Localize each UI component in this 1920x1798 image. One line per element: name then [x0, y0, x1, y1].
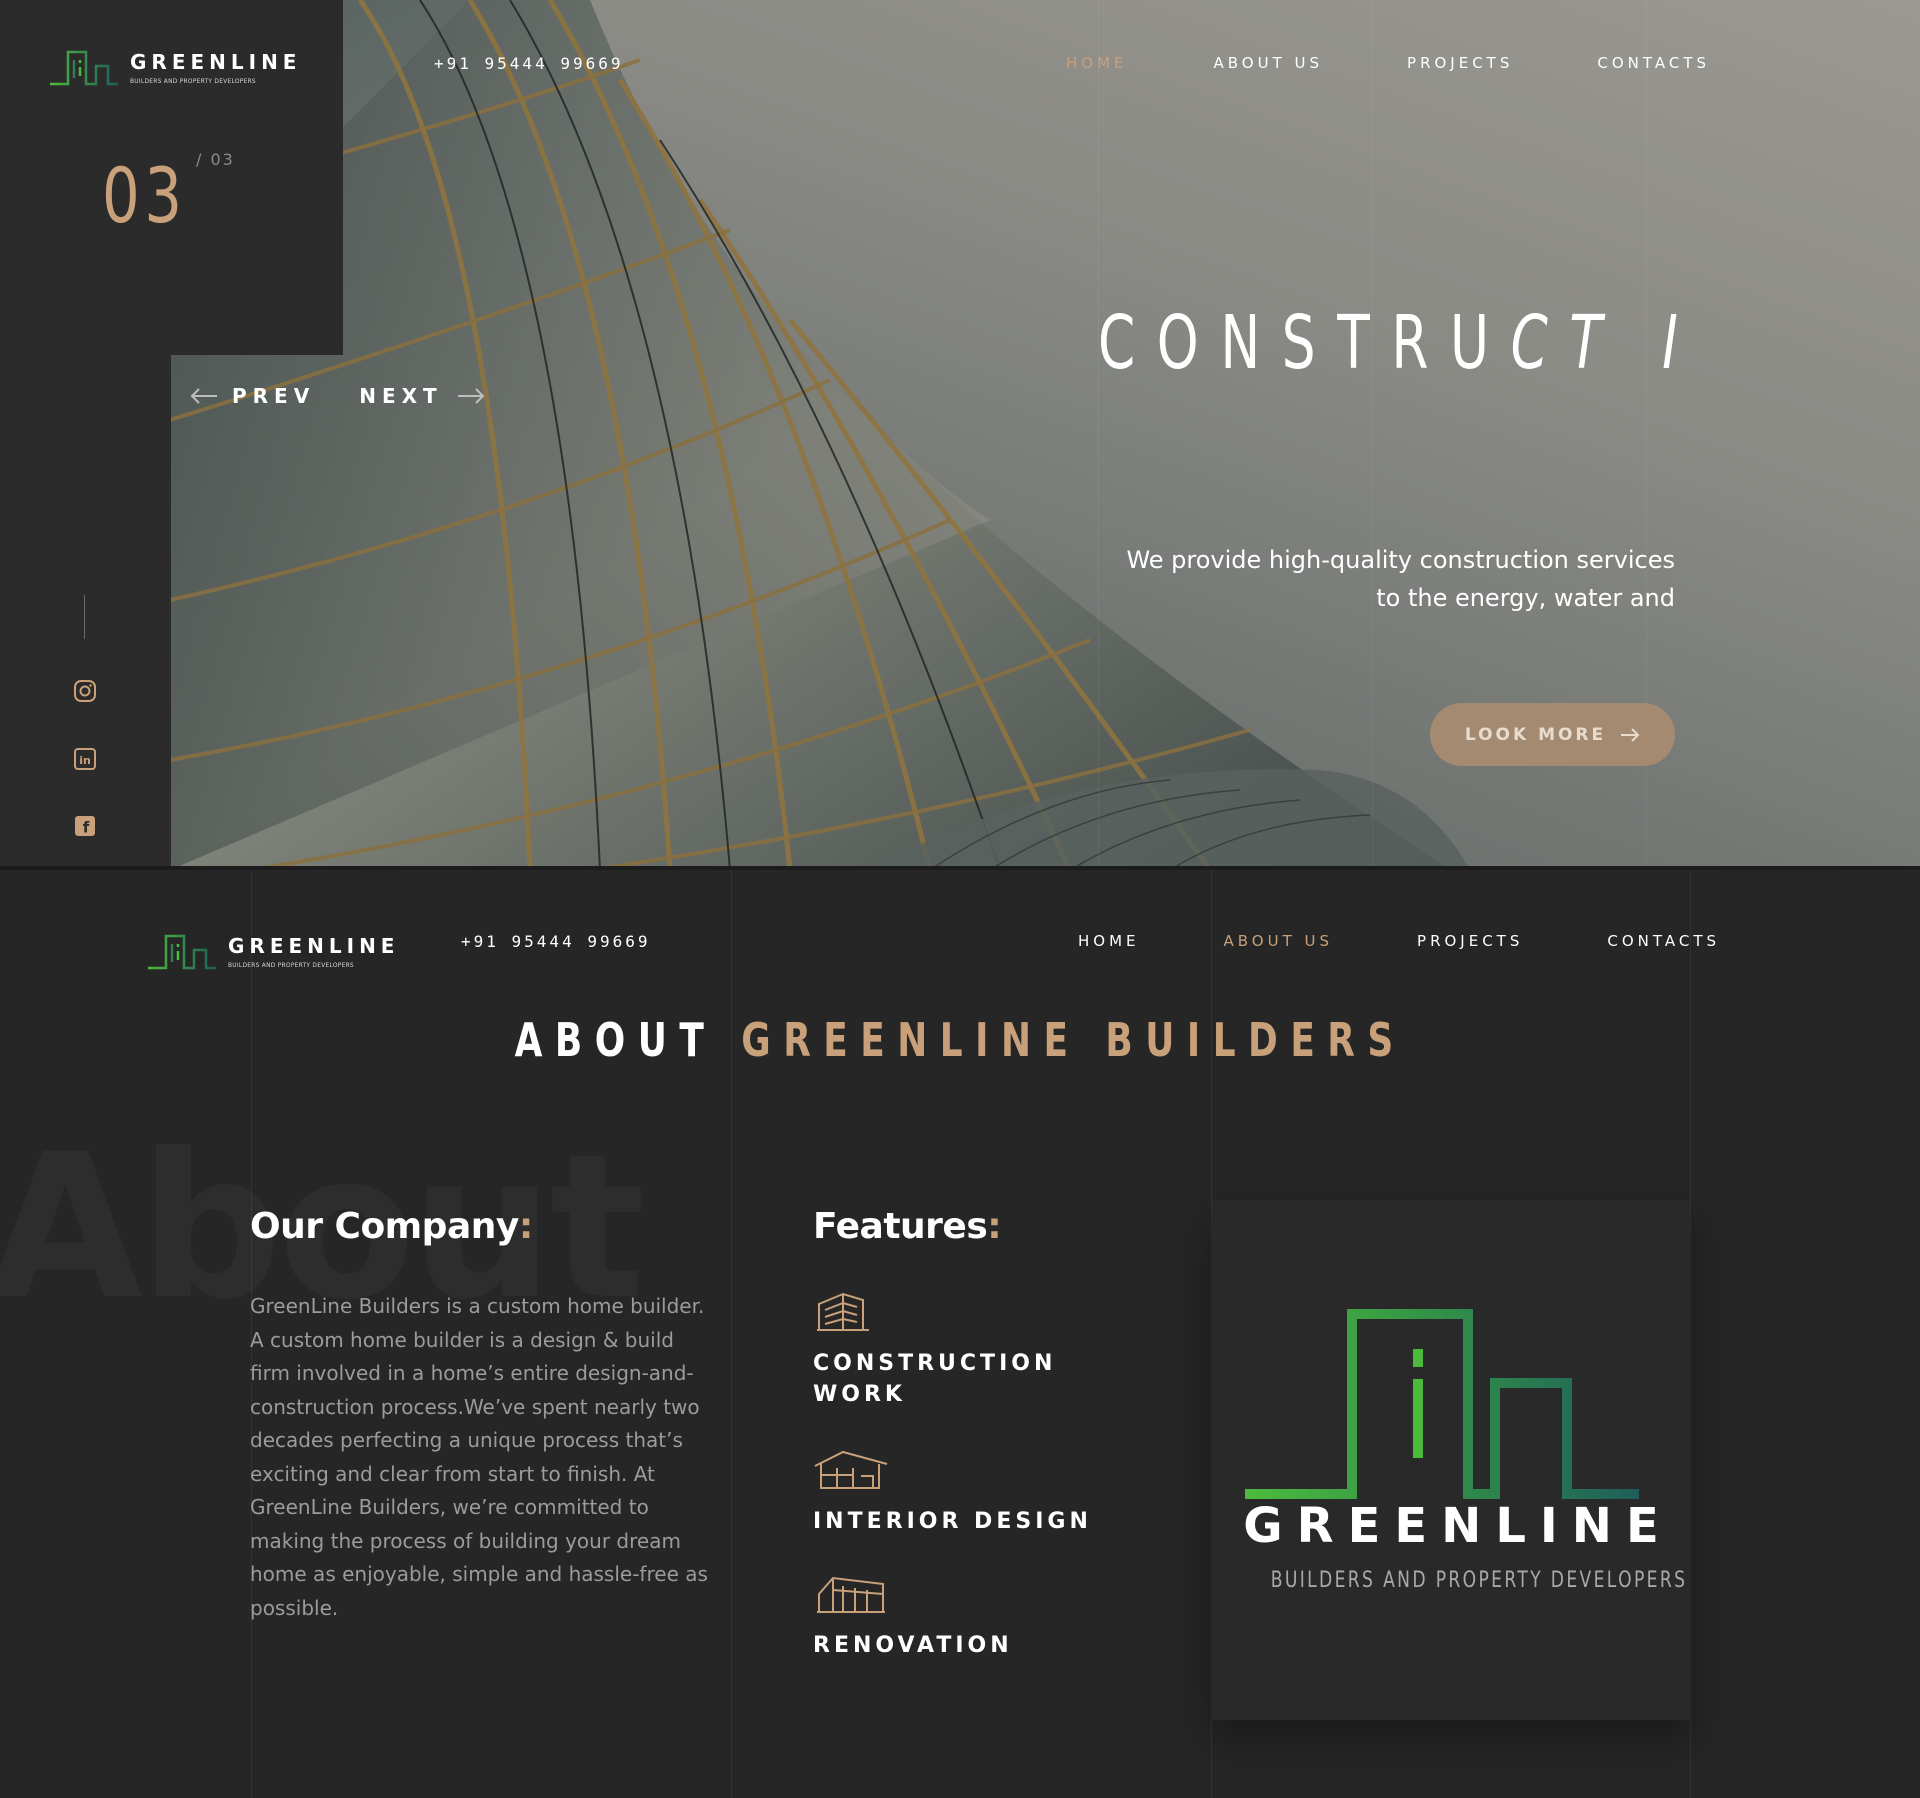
company-title-text: Our Company: [250, 1206, 519, 1247]
prev-label: PREV: [232, 384, 316, 408]
nav-projects[interactable]: PROJECTS: [1407, 54, 1513, 72]
hero-subtitle: We provide high-quality construction ser…: [1126, 546, 1675, 612]
look-more-label: LOOK MORE: [1464, 724, 1607, 745]
brand-logo-tagline-text: BUILDERS AND PROPERTY DEVELOPERS: [1270, 1568, 1688, 1593]
feature-label: INTERIOR DESIGN: [813, 1509, 1092, 1534]
next-label: NEXT: [359, 384, 443, 408]
slider-navigation: PREV NEXT: [190, 384, 485, 408]
feature-renovation: RENOVATION: [813, 1572, 1013, 1661]
greenline-logo-mark-icon: [50, 50, 118, 86]
feature-label: RENOVATION: [813, 1633, 1013, 1658]
hero-slider: GREENLINE BUILDERS AND PROPERTY DEVELOPE…: [0, 0, 1920, 870]
features-title: Features:: [813, 1206, 1002, 1247]
nav-home[interactable]: HOME: [1066, 54, 1128, 72]
nav-contacts[interactable]: CONTACTS: [1597, 54, 1710, 72]
nav-home[interactable]: HOME: [1078, 932, 1140, 950]
logo-name: GREENLINE: [130, 49, 302, 74]
brand-logo-name: GREENLINE: [1243, 1498, 1673, 1554]
look-more-button[interactable]: LOOK MORE: [1430, 703, 1675, 766]
svg-text:f: f: [83, 819, 90, 837]
brand-logo-tagline: BUILDERS AND PROPERTY DEVELOPERS: [1212, 1568, 1690, 1593]
feature-construction: CONSTRUCTION WORK: [813, 1290, 1073, 1410]
logo-tagline: BUILDERS AND PROPERTY DEVELOPERS: [130, 76, 256, 85]
company-description: GreenLine Builders is a custom home buil…: [250, 1294, 708, 1620]
arrow-right-icon: [1621, 727, 1640, 742]
brand-logo-card: GREENLINE BUILDERS AND PROPERTY DEVELOPE…: [1212, 1200, 1690, 1720]
header-phone[interactable]: +91 95444 99669: [461, 932, 651, 951]
nav-about-us[interactable]: ABOUT US: [1214, 54, 1324, 72]
hero-left-rail: [0, 355, 171, 870]
facebook-icon[interactable]: f: [72, 813, 98, 839]
hero-main-nav: HOME ABOUT US PROJECTS CONTACTS: [1066, 54, 1710, 72]
about-heading-accent: GREENLINE BUILDERS: [741, 1013, 1406, 1067]
about-main-nav: HOME ABOUT US PROJECTS CONTACTS: [1078, 932, 1720, 950]
nav-projects[interactable]: PROJECTS: [1417, 932, 1523, 950]
prev-slide-button[interactable]: PREV: [190, 384, 315, 408]
hero-title: CONSTRUCT I: [1098, 300, 1699, 386]
linkedin-icon[interactable]: in: [72, 746, 98, 772]
header-logo[interactable]: GREENLINE BUILDERS AND PROPERTY DEVELOPE…: [146, 932, 399, 972]
logo-name: GREENLINE: [228, 933, 400, 958]
hero-title-upright: CONSTRU: [1098, 300, 1511, 386]
nav-about-us[interactable]: ABOUT US: [1224, 932, 1334, 950]
arrow-right-icon: [457, 388, 485, 404]
header-logo[interactable]: GREENLINE BUILDERS AND PROPERTY DEVELOPE…: [48, 48, 301, 88]
hero-title-italic: CT I: [1510, 300, 1700, 386]
svg-text:in: in: [79, 754, 91, 767]
construction-icon: [817, 1292, 869, 1331]
slide-total: / 03: [196, 150, 235, 169]
slide-current-number: 03: [102, 151, 187, 240]
grid-line: [731, 870, 732, 1798]
renovation-icon: [817, 1576, 885, 1613]
grid-line: [1098, 0, 1099, 870]
about-heading: ABOUT GREENLINE BUILDERS: [0, 1013, 1920, 1067]
about-section: About GREENLINE BUILDERS AND PROPERTY DE…: [0, 870, 1920, 1798]
interior-house-icon: [814, 1450, 888, 1489]
grid-line: [1690, 870, 1691, 1798]
company-title: Our Company:: [250, 1206, 533, 1247]
header-phone[interactable]: +91 95444 99669: [434, 54, 624, 73]
logo-tagline: BUILDERS AND PROPERTY DEVELOPERS: [228, 960, 354, 969]
nav-contacts[interactable]: CONTACTS: [1607, 932, 1720, 950]
about-heading-white: ABOUT: [514, 1013, 717, 1067]
next-slide-button[interactable]: NEXT: [359, 384, 485, 408]
social-divider: [84, 595, 85, 639]
greenline-logo-mark-icon: [1245, 1309, 1639, 1499]
feature-interior-design: INTERIOR DESIGN: [813, 1448, 1092, 1537]
instagram-icon[interactable]: [72, 678, 98, 704]
feature-label: CONSTRUCTION WORK: [813, 1351, 1057, 1407]
features-title-text: Features: [813, 1206, 988, 1247]
greenline-logo-mark-icon: [148, 934, 216, 970]
arrow-left-icon: [190, 388, 217, 404]
grid-line: [1372, 0, 1373, 870]
